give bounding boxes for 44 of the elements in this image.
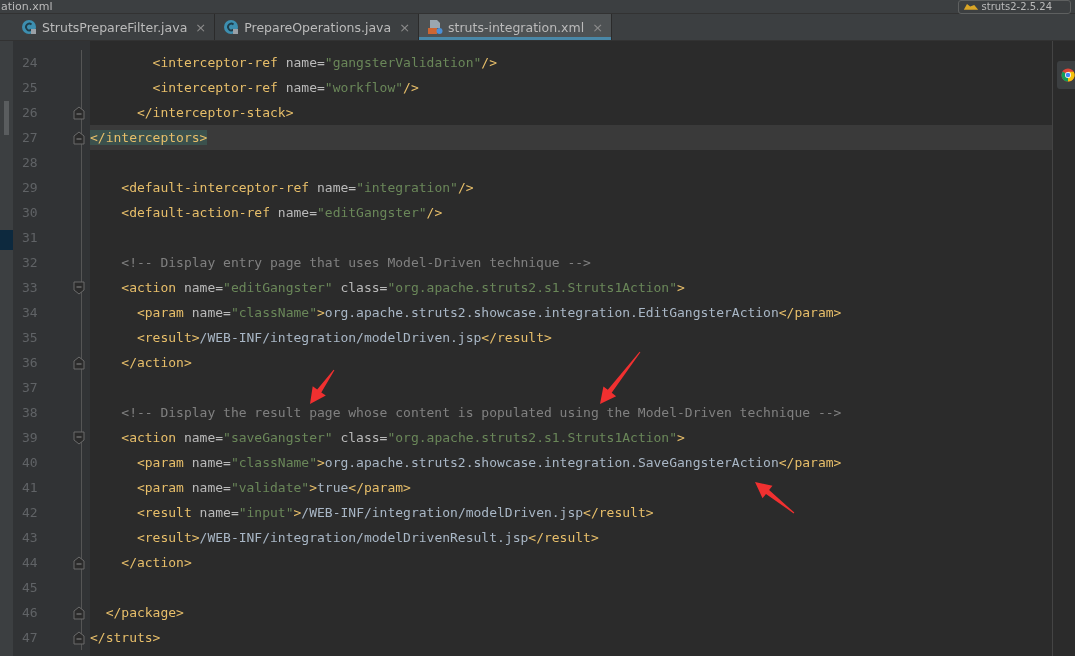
file-title: ation.xml [0, 0, 53, 13]
close-icon[interactable]: × [399, 19, 411, 35]
fold-icon[interactable] [73, 355, 86, 370]
code-line: <default-interceptor-ref name="integration"/> [120, 178, 474, 197]
arrow-icon [600, 351, 641, 404]
fold-icon[interactable] [73, 105, 86, 120]
code-line: <interceptor-ref name="workflow"/> [151, 78, 419, 97]
code-line: <result>/WEB-INF/integration/modelDriven.jsp</result> [135, 328, 552, 347]
scrollbar-thumb[interactable] [4, 101, 9, 135]
code-line: <param name="validate">true</param> [135, 478, 411, 497]
close-icon[interactable]: × [195, 19, 207, 35]
fold-icon[interactable] [73, 130, 86, 145]
browser-icon [1061, 68, 1075, 82]
editor-tab[interactable]: StrutsPrepareFilter.java × [13, 14, 216, 40]
code-line: </package> [104, 603, 184, 622]
code-line: <default-action-ref name="editGangster"/> [120, 203, 443, 222]
code-line: </interceptor-stack> [135, 103, 294, 122]
code-line: </struts> [90, 628, 161, 647]
code-line: </action> [120, 553, 192, 572]
fold-icon[interactable] [73, 280, 86, 295]
fold-icon[interactable] [73, 605, 86, 620]
run-config-dropdown[interactable]: struts2-2.5.24 [957, 0, 1071, 14]
code-line: <result name="input">/WEB-INF/integration/modelDriven.jsp</result> [135, 503, 654, 522]
xml-file-icon [427, 19, 444, 35]
class-icon [21, 19, 37, 35]
code-line: <param name="className">org.apache.struts2.showcase.integration.SaveGangsterAction</param> [135, 453, 842, 472]
code-line: <action name="saveGangster" class="org.apache.struts2.s1.Struts1Action"> [120, 428, 685, 447]
fold-icon[interactable] [73, 430, 86, 445]
editor-tab[interactable]: struts-integration.xml × [419, 14, 613, 40]
code-line: <action name="editGangster" class="org.apache.struts2.s1.Struts1Action"> [120, 278, 685, 297]
code-line: <!-- Display the result page whose content is populated using the Model-Driven technique --> [120, 403, 842, 422]
code-line: <!-- Display entry page that uses Model-Driven technique --> [120, 253, 591, 272]
class-icon [223, 19, 240, 35]
code-line: <interceptor-ref name="gangsterValidation"/> [151, 53, 497, 72]
browser-button[interactable] [1057, 61, 1075, 89]
code-line: <result>/WEB-INF/integration/modelDrivenResult.jsp</result> [135, 528, 599, 547]
arrow-icon [310, 369, 335, 404]
code-line: <param name="className">org.apache.struts2.showcase.integration.EditGangsterAction</param> [135, 303, 842, 322]
selection-marker [0, 230, 13, 250]
fold-icon[interactable] [73, 630, 86, 645]
code-line: </action> [120, 353, 192, 372]
fold-icon[interactable] [73, 555, 86, 570]
arrow-icon [755, 482, 795, 514]
close-icon[interactable]: × [592, 19, 604, 35]
